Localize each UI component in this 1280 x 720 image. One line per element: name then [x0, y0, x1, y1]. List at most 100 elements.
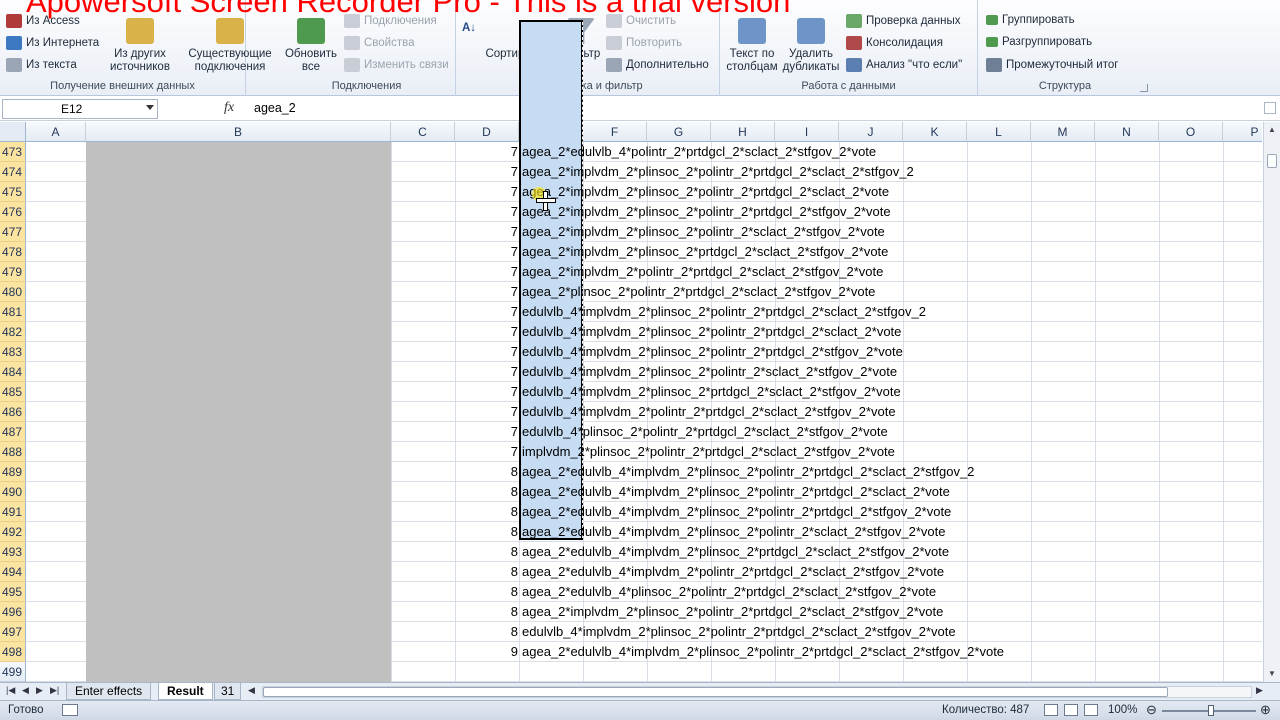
row-header[interactable]: 482: [0, 322, 26, 342]
next-sheet-icon[interactable]: ▶: [36, 685, 43, 696]
shaded-cell-b[interactable]: [86, 242, 391, 262]
cell-e-value[interactable]: agea_2*edulvlb_4*implvdm_2*plinsoc_2*prt…: [522, 542, 949, 562]
shaded-cell-b[interactable]: [86, 462, 391, 482]
row-header[interactable]: 475: [0, 182, 26, 202]
column-header-j[interactable]: J: [839, 122, 903, 142]
cell-e-value[interactable]: agea_2*implvdm_2*plinsoc_2*prtdgcl_2*scl…: [522, 242, 888, 262]
cell-e-value[interactable]: agea_2*edulvlb_4*implvdm_2*plinsoc_2*pol…: [522, 522, 946, 542]
row-header[interactable]: 493: [0, 542, 26, 562]
shaded-cell-b[interactable]: [86, 482, 391, 502]
row-header[interactable]: 492: [0, 522, 26, 542]
cell-d-value[interactable]: 7: [456, 382, 520, 402]
cell-e-value[interactable]: edulvlb_4*implvdm_2*polintr_2*prtdgcl_2*…: [522, 402, 896, 422]
cell-d-value[interactable]: 8: [456, 542, 520, 562]
shaded-cell-b[interactable]: [86, 302, 391, 322]
row-header[interactable]: 478: [0, 242, 26, 262]
row-header[interactable]: 486: [0, 402, 26, 422]
hscroll-right-icon[interactable]: ▶: [1256, 685, 1263, 696]
scroll-down-icon[interactable]: ▼: [1266, 668, 1278, 680]
shaded-cell-b[interactable]: [86, 442, 391, 462]
hscroll-left-icon[interactable]: ◀: [248, 685, 255, 696]
cell-e-value[interactable]: agea_2*edulvlb_4*implvdm_2*plinsoc_2*pol…: [522, 482, 950, 502]
row-header[interactable]: 495: [0, 582, 26, 602]
cell-d-value[interactable]: 8: [456, 522, 520, 542]
column-header-l[interactable]: L: [967, 122, 1031, 142]
row-header[interactable]: 497: [0, 622, 26, 642]
data-validation-button[interactable]: Проверка данных: [846, 14, 961, 28]
cell-d-value[interactable]: 8: [456, 582, 520, 602]
shaded-cell-b[interactable]: [86, 262, 391, 282]
row-header[interactable]: 491: [0, 502, 26, 522]
shaded-cell-b[interactable]: [86, 202, 391, 222]
remove-duplicates-button[interactable]: Удалить дубликаты: [782, 18, 840, 74]
shaded-cell-b[interactable]: [86, 382, 391, 402]
shaded-cell-b[interactable]: [86, 142, 391, 162]
sheet-tab-enter-effects[interactable]: Enter effects: [66, 683, 152, 700]
expand-formula-bar-icon[interactable]: [1264, 102, 1276, 114]
cell-d-value[interactable]: 9: [456, 642, 520, 662]
shaded-cell-b[interactable]: [86, 522, 391, 542]
vertical-scroll-thumb[interactable]: [1267, 154, 1277, 168]
worksheet-grid[interactable]: ABCDEFGHIJKLMNOP 4737agea_2*edulvlb_4*po…: [0, 122, 1262, 682]
cell-e-value[interactable]: agea_2*edulvlb_4*plinsoc_2*polintr_2*prt…: [522, 582, 936, 602]
horizontal-scrollbar[interactable]: [262, 686, 1252, 698]
cell-e-value[interactable]: edulvlb_4*implvdm_2*plinsoc_2*polintr_2*…: [522, 322, 901, 342]
row-header[interactable]: 494: [0, 562, 26, 582]
dialog-launcher-icon[interactable]: [1140, 84, 1148, 92]
shaded-cell-b[interactable]: [86, 342, 391, 362]
cell-d-value[interactable]: 7: [456, 422, 520, 442]
column-header-k[interactable]: K: [903, 122, 967, 142]
cell-d-value[interactable]: 7: [456, 442, 520, 462]
cell-d-value[interactable]: 8: [456, 562, 520, 582]
refresh-all-button[interactable]: Обновить все: [280, 18, 342, 74]
shaded-cell-b[interactable]: [86, 582, 391, 602]
prev-sheet-icon[interactable]: ◀: [22, 685, 29, 696]
shaded-cell-b[interactable]: [86, 502, 391, 522]
row-header[interactable]: 476: [0, 202, 26, 222]
column-header-o[interactable]: O: [1159, 122, 1223, 142]
shaded-cell-b[interactable]: [86, 602, 391, 622]
shaded-cell-b[interactable]: [86, 642, 391, 662]
cell-e-value[interactable]: agea_2*plinsoc_2*polintr_2*prtdgcl_2*scl…: [522, 282, 875, 302]
ungroup-button[interactable]: Разгруппировать: [986, 36, 1092, 48]
cell-e-value[interactable]: agea_2*edulvlb_4*implvdm_2*polintr_2*prt…: [522, 562, 944, 582]
row-header[interactable]: 496: [0, 602, 26, 622]
row-header[interactable]: 499: [0, 662, 26, 682]
column-header-d[interactable]: D: [455, 122, 519, 142]
row-header[interactable]: 484: [0, 362, 26, 382]
cell-e-value[interactable]: agea_2*edulvlb_4*implvdm_2*plinsoc_2*pol…: [522, 502, 951, 522]
cell-e-value[interactable]: edulvlb_4*plinsoc_2*polintr_2*prtdgcl_2*…: [522, 422, 888, 442]
page-layout-view-icon[interactable]: [1064, 704, 1078, 716]
shaded-cell-b[interactable]: [86, 222, 391, 242]
row-header[interactable]: 477: [0, 222, 26, 242]
cell-d-value[interactable]: 8: [456, 622, 520, 642]
cell-e-value[interactable]: edulvlb_4*implvdm_2*plinsoc_2*polintr_2*…: [522, 622, 956, 642]
row-header[interactable]: 485: [0, 382, 26, 402]
cell-d-value[interactable]: 7: [456, 322, 520, 342]
sort-az-button[interactable]: А↓: [462, 22, 476, 34]
cell-e-value[interactable]: agea_2*implvdm_2*plinsoc_2*polintr_2*prt…: [522, 162, 914, 182]
cell-e-value[interactable]: agea_2*implvdm_2*plinsoc_2*polintr_2*prt…: [522, 202, 891, 222]
cell-d-value[interactable]: 7: [456, 362, 520, 382]
cell-e-value[interactable]: agea_2*edulvlb_4*polintr_2*prtdgcl_2*scl…: [522, 142, 876, 162]
cell-d-value[interactable]: 7: [456, 222, 520, 242]
vertical-scrollbar[interactable]: ▲ ▼: [1263, 122, 1280, 682]
page-break-view-icon[interactable]: [1084, 704, 1098, 716]
cell-d-value[interactable]: 7: [456, 182, 520, 202]
row-header[interactable]: 490: [0, 482, 26, 502]
cell-e-value[interactable]: edulvlb_4*implvdm_2*plinsoc_2*polintr_2*…: [522, 362, 897, 382]
cell-d-value[interactable]: 7: [456, 302, 520, 322]
sheet-tab-result[interactable]: Result: [158, 683, 213, 700]
column-header-b[interactable]: B: [86, 122, 391, 142]
cell-d-value[interactable]: 8: [456, 482, 520, 502]
subtotal-button[interactable]: Промежуточный итог: [986, 58, 1118, 72]
cell-e-value[interactable]: agea_2*edulvlb_4*implvdm_2*plinsoc_2*pol…: [522, 462, 974, 482]
column-header-h[interactable]: H: [711, 122, 775, 142]
select-all-corner[interactable]: [0, 122, 26, 142]
row-header[interactable]: 479: [0, 262, 26, 282]
cell-e-value[interactable]: implvdm_2*plinsoc_2*polintr_2*prtdgcl_2*…: [522, 442, 895, 462]
cell-e-value[interactable]: edulvlb_4*implvdm_2*plinsoc_2*prtdgcl_2*…: [522, 382, 901, 402]
cell-d-value[interactable]: 7: [456, 402, 520, 422]
shaded-cell-b[interactable]: [86, 182, 391, 202]
shaded-cell-b[interactable]: [86, 622, 391, 642]
